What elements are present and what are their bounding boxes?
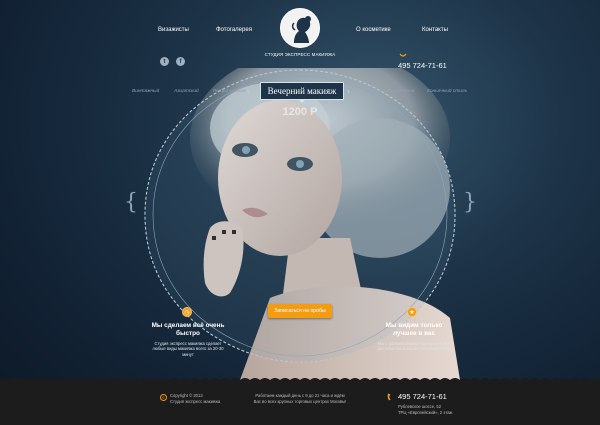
star-icon: ★ xyxy=(407,307,417,317)
nav-link-fotogalereya[interactable]: Фотогалерея xyxy=(216,27,252,33)
active-category[interactable]: Вечерний макияж xyxy=(260,82,344,100)
nav-link-kontakty[interactable]: Контакты xyxy=(422,27,448,33)
footer-phone: 495 724-71-61 xyxy=(398,392,447,401)
right-brace-ornament: } xyxy=(463,190,477,215)
signup-button[interactable]: Записаться на пробы xyxy=(268,304,332,318)
feature-left-title: Мы сделаем всё очень быстро xyxy=(151,322,225,337)
chevron-right-icon[interactable]: › xyxy=(347,86,350,96)
lady-silhouette-icon xyxy=(280,8,320,48)
price-label: 1200 Р xyxy=(282,106,318,118)
feature-right-title: Мы видим только лучшее в вас xyxy=(385,322,443,337)
phone-accent-icon xyxy=(399,53,407,57)
category-vintage[interactable]: Винтажный xyxy=(132,89,159,94)
nav-link-vizazhisty[interactable]: Визажисты xyxy=(158,27,189,33)
footer-address-line2: ТРЦ «Европейский», 2 этаж xyxy=(398,409,453,415)
phone-icon xyxy=(387,393,391,401)
footer-copyright: Copyright © 2013 Студия экспресс макияжа xyxy=(170,393,220,404)
clock-icon: ◷ xyxy=(182,307,192,317)
chevron-left-icon[interactable]: ‹ xyxy=(247,86,250,96)
left-brace-ornament: { xyxy=(124,190,138,215)
category-asian[interactable]: Азиатский xyxy=(174,89,199,94)
feature-left-text: Студия экспресс макияжа сделает любые ви… xyxy=(152,341,224,357)
footer-hours-line1: Работаем каждый день с 9 до 21 часа и жд… xyxy=(255,393,345,398)
category-cognac[interactable]: Коньячный стиль xyxy=(427,89,467,94)
logo-caption: СТУДИЯ ЭКСПРЕСС МАКИЯЖА xyxy=(264,52,336,57)
footer-hours-line2: Вас во всех крупных торговых центрах Мос… xyxy=(253,398,347,404)
facebook-icon[interactable]: f xyxy=(176,57,185,66)
twitter-icon[interactable]: t xyxy=(160,57,169,66)
footer-copyright-line2: Студия экспресс макияжа xyxy=(170,398,221,404)
footer-address: Рублевское шоссе, 52 ТРЦ «Европейский», … xyxy=(398,404,452,415)
active-category-pointer xyxy=(298,99,306,103)
logo[interactable] xyxy=(280,8,320,48)
category-wedding[interactable]: Свадебный xyxy=(389,89,414,94)
copyright-icon: © xyxy=(160,394,167,401)
category-retro[interactable]: Ретро макияж xyxy=(213,89,246,94)
nav-link-o-kosmetike[interactable]: О косметике xyxy=(356,27,391,33)
footer-hours: Работаем каждый день с 9 до 21 часа и жд… xyxy=(250,393,350,404)
feature-right-text: Мы с удовольствием подчеркнём все достои… xyxy=(377,341,451,352)
